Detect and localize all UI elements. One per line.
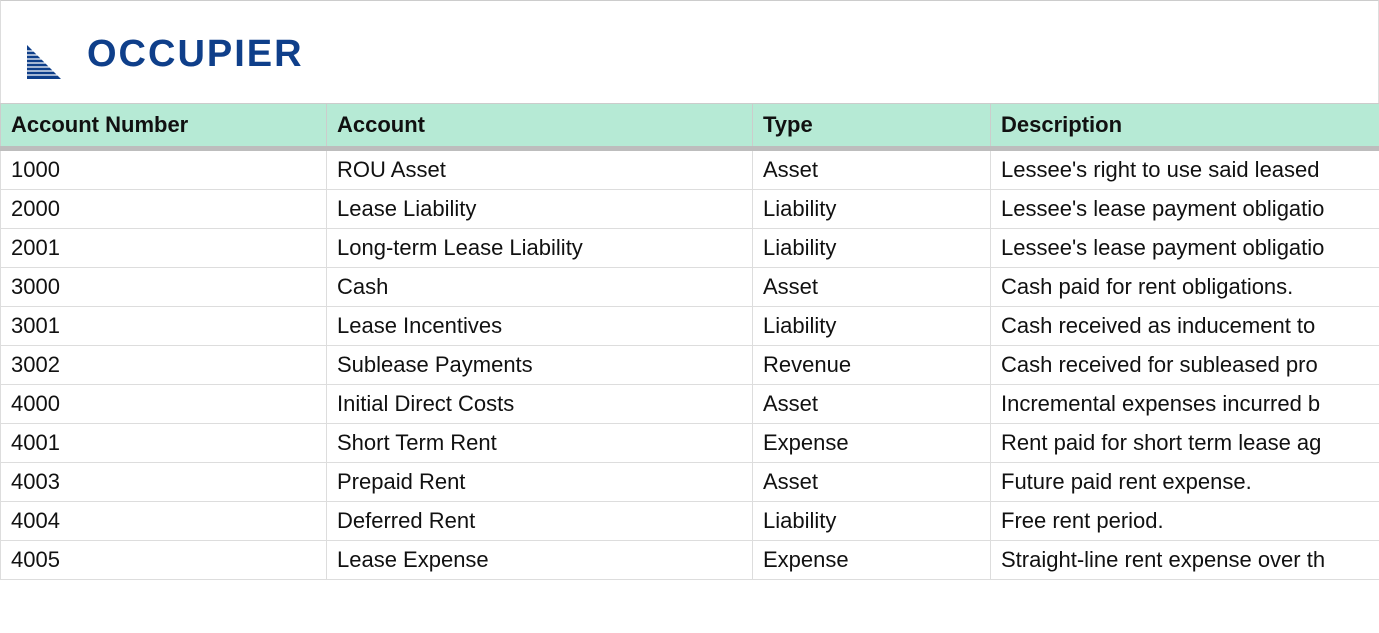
cell-description: Free rent period. <box>991 502 1379 541</box>
cell-account-number: 3000 <box>1 268 327 307</box>
cell-account: Long-term Lease Liability <box>327 229 753 268</box>
cell-type: Asset <box>753 463 991 502</box>
cell-account: Lease Incentives <box>327 307 753 346</box>
cell-type: Asset <box>753 385 991 424</box>
cell-type: Expense <box>753 424 991 463</box>
cell-type: Revenue <box>753 346 991 385</box>
table-row: 3001Lease IncentivesLiabilityCash receiv… <box>1 307 1379 346</box>
cell-description: Future paid rent expense. <box>991 463 1379 502</box>
cell-type: Expense <box>753 541 991 580</box>
cell-account-number: 4000 <box>1 385 327 424</box>
table-row: 2001Long-term Lease LiabilityLiabilityLe… <box>1 229 1379 268</box>
cell-type: Liability <box>753 190 991 229</box>
cell-description: Cash received as inducement to <box>991 307 1379 346</box>
table-header-row: Account Number Account Type Description <box>1 104 1379 149</box>
header-description: Description <box>991 104 1379 149</box>
cell-type: Asset <box>753 268 991 307</box>
cell-description: Rent paid for short term lease ag <box>991 424 1379 463</box>
cell-account-number: 2001 <box>1 229 327 268</box>
table-row: 4004Deferred RentLiabilityFree rent peri… <box>1 502 1379 541</box>
cell-account: Cash <box>327 268 753 307</box>
table-row: 1000ROU AssetAssetLessee's right to use … <box>1 149 1379 190</box>
occupier-logo-icon <box>27 29 61 79</box>
table-row: 3002Sublease PaymentsRevenueCash receive… <box>1 346 1379 385</box>
header-type: Type <box>753 104 991 149</box>
table-row: 4005Lease ExpenseExpenseStraight-line re… <box>1 541 1379 580</box>
cell-type: Liability <box>753 502 991 541</box>
cell-description: Lessee's lease payment obligatio <box>991 229 1379 268</box>
cell-account: Prepaid Rent <box>327 463 753 502</box>
table-row: 4001Short Term RentExpenseRent paid for … <box>1 424 1379 463</box>
header-account: Account <box>327 104 753 149</box>
cell-account: Sublease Payments <box>327 346 753 385</box>
cell-account-number: 3001 <box>1 307 327 346</box>
table-row: 2000Lease LiabilityLiabilityLessee's lea… <box>1 190 1379 229</box>
cell-account-number: 2000 <box>1 190 327 229</box>
cell-account: Short Term Rent <box>327 424 753 463</box>
cell-account: Lease Liability <box>327 190 753 229</box>
cell-account: Lease Expense <box>327 541 753 580</box>
cell-description: Incremental expenses incurred b <box>991 385 1379 424</box>
cell-type: Asset <box>753 149 991 190</box>
cell-description: Cash paid for rent obligations. <box>991 268 1379 307</box>
cell-description: Lessee's lease payment obligatio <box>991 190 1379 229</box>
cell-type: Liability <box>753 229 991 268</box>
cell-account-number: 4001 <box>1 424 327 463</box>
table-row: 3000CashAssetCash paid for rent obligati… <box>1 268 1379 307</box>
cell-type: Liability <box>753 307 991 346</box>
accounts-table: Account Number Account Type Description … <box>0 103 1379 580</box>
header: OCCUPIER <box>0 0 1379 103</box>
cell-description: Lessee's right to use said leased <box>991 149 1379 190</box>
cell-account-number: 1000 <box>1 149 327 190</box>
cell-account-number: 3002 <box>1 346 327 385</box>
cell-account: Initial Direct Costs <box>327 385 753 424</box>
cell-account-number: 4003 <box>1 463 327 502</box>
cell-account: Deferred Rent <box>327 502 753 541</box>
cell-account: ROU Asset <box>327 149 753 190</box>
table-row: 4003Prepaid RentAssetFuture paid rent ex… <box>1 463 1379 502</box>
brand-name: OCCUPIER <box>87 33 304 76</box>
cell-account-number: 4004 <box>1 502 327 541</box>
table-row: 4000Initial Direct CostsAssetIncremental… <box>1 385 1379 424</box>
cell-description: Cash received for subleased pro <box>991 346 1379 385</box>
cell-description: Straight-line rent expense over th <box>991 541 1379 580</box>
header-account-number: Account Number <box>1 104 327 149</box>
cell-account-number: 4005 <box>1 541 327 580</box>
